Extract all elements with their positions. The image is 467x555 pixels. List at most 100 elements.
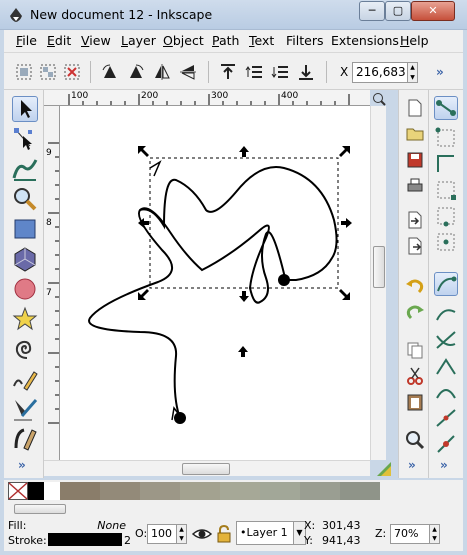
zoom-fit-icon[interactable] — [372, 92, 386, 106]
zoom-spinner[interactable]: ▲ ▼ — [430, 524, 440, 544]
snap-paths-icon[interactable] — [434, 302, 458, 326]
rectangle-tool[interactable] — [12, 216, 38, 242]
ellipse-tool[interactable] — [12, 276, 38, 302]
palette-swatch[interactable] — [300, 482, 340, 500]
path-end-node[interactable] — [278, 274, 290, 286]
freehand-path-upper[interactable] — [139, 166, 338, 281]
selector-tool[interactable] — [12, 96, 38, 122]
snap-bbox-edge-icon[interactable] — [434, 152, 458, 176]
palette-swatch[interactable] — [140, 482, 180, 500]
eye-icon[interactable] — [192, 524, 212, 544]
zoom-input[interactable]: 70% — [390, 524, 430, 544]
select-all-layers-icon[interactable] — [38, 62, 58, 82]
snap-intersections-icon[interactable] — [434, 328, 458, 352]
horizontal-ruler[interactable]: 100 200 300 400 — [44, 90, 370, 106]
snap-toggle-button[interactable] — [434, 96, 458, 120]
print-icon[interactable] — [405, 176, 425, 196]
palette-swatch[interactable] — [28, 482, 44, 500]
snap-overflow-button[interactable]: » — [440, 458, 448, 472]
layer-selector[interactable]: •Layer 1 — [236, 521, 294, 545]
vertical-scrollbar-thumb[interactable] — [373, 246, 385, 288]
copy-icon[interactable] — [405, 340, 425, 360]
flip-horizontal-icon[interactable] — [152, 62, 172, 82]
vertical-ruler[interactable]: 9 8 7 — [44, 106, 60, 460]
spiral-tool[interactable] — [12, 336, 38, 362]
minimize-button[interactable]: ─ — [359, 1, 385, 21]
import-icon[interactable] — [405, 210, 425, 230]
scale-handles[interactable] — [138, 146, 352, 357]
palette-swatch[interactable] — [180, 482, 220, 500]
snap-smooth-nodes-icon[interactable] — [434, 380, 458, 404]
undo-icon[interactable] — [405, 276, 425, 296]
calligraphy-tool[interactable] — [12, 426, 38, 452]
palette-swatch[interactable] — [60, 482, 100, 500]
menu-path[interactable]: Path — [212, 33, 239, 48]
star-tool[interactable] — [12, 306, 38, 332]
export-icon[interactable] — [405, 236, 425, 256]
lock-icon[interactable] — [216, 524, 232, 544]
tweak-tool[interactable] — [12, 156, 38, 182]
maximize-button[interactable]: ▢ — [385, 1, 411, 21]
deselect-icon[interactable] — [62, 62, 82, 82]
snap-object-centers-icon[interactable] — [434, 432, 458, 456]
x-coordinate-input[interactable]: 216,683 — [352, 62, 408, 83]
stroke-swatch[interactable] — [48, 533, 122, 546]
menu-view[interactable]: View — [81, 33, 111, 48]
palette-swatch[interactable] — [220, 482, 260, 500]
palette-swatch[interactable] — [100, 482, 140, 500]
freehand-path[interactable] — [88, 207, 287, 419]
raise-icon[interactable] — [244, 62, 264, 82]
redo-icon[interactable] — [405, 302, 425, 322]
palette-scrollbar[interactable] — [4, 502, 463, 516]
menu-object[interactable]: Object — [163, 33, 204, 48]
no-paint-swatch[interactable] — [8, 482, 28, 500]
3d-box-tool[interactable] — [12, 246, 38, 272]
snap-bbox-icon[interactable] — [434, 126, 458, 150]
select-all-icon[interactable] — [14, 62, 34, 82]
zoom-tool[interactable] — [12, 186, 38, 212]
snap-cusp-nodes-icon[interactable] — [434, 354, 458, 378]
rotate-cw-icon[interactable] — [126, 62, 146, 82]
pen-tool[interactable] — [12, 396, 38, 422]
snap-midpoints-icon[interactable] — [434, 406, 458, 430]
palette-swatch[interactable] — [340, 482, 380, 500]
palette-swatch[interactable] — [260, 482, 300, 500]
x-coordinate-spinner[interactable]: ▲ ▼ — [408, 62, 418, 83]
menu-extensions[interactable]: Extensions — [331, 33, 399, 48]
cut-icon[interactable] — [405, 366, 425, 386]
menu-layer[interactable]: Layer — [121, 33, 156, 48]
fill-value[interactable]: None — [48, 519, 126, 532]
snap-bbox-center-icon[interactable] — [434, 230, 458, 254]
stroke-width[interactable]: 2 — [124, 534, 131, 547]
horizontal-scrollbar[interactable] — [44, 460, 391, 476]
flip-vertical-icon[interactable] — [178, 62, 198, 82]
menu-file[interactable]: File — [16, 33, 37, 48]
lower-icon[interactable] — [270, 62, 290, 82]
zoom-selection-icon[interactable] — [405, 430, 425, 450]
horizontal-scrollbar-thumb[interactable] — [182, 463, 230, 475]
menu-filters[interactable]: Filters — [286, 33, 323, 48]
raise-to-top-icon[interactable] — [218, 62, 238, 82]
rotate-ccw-icon[interactable] — [100, 62, 120, 82]
palette-scrollbar-thumb[interactable] — [14, 504, 66, 514]
paste-icon[interactable] — [405, 392, 425, 412]
snap-bbox-corner-icon[interactable] — [434, 178, 458, 202]
menu-edit[interactable]: Edit — [47, 33, 71, 48]
save-icon[interactable] — [405, 150, 425, 170]
snap-bbox-midpoint-icon[interactable] — [434, 204, 458, 228]
toolbox-overflow-button[interactable]: » — [18, 458, 26, 472]
drawing-canvas[interactable] — [60, 106, 370, 460]
open-folder-icon[interactable] — [405, 124, 425, 144]
pencil-tool[interactable] — [12, 366, 38, 392]
lower-to-bottom-icon[interactable] — [296, 62, 316, 82]
path-start-node[interactable] — [174, 412, 186, 424]
close-button[interactable]: ✕ — [411, 1, 455, 21]
node-tool[interactable] — [12, 126, 38, 152]
palette-swatch[interactable] — [44, 482, 60, 500]
toolbar-overflow-button[interactable]: » — [436, 65, 444, 79]
opacity-input[interactable]: 100 — [147, 524, 177, 544]
menu-help[interactable]: Help — [400, 33, 429, 48]
color-management-icon[interactable] — [376, 461, 392, 477]
new-document-icon[interactable] — [405, 98, 425, 118]
vertical-scrollbar[interactable] — [370, 106, 386, 460]
